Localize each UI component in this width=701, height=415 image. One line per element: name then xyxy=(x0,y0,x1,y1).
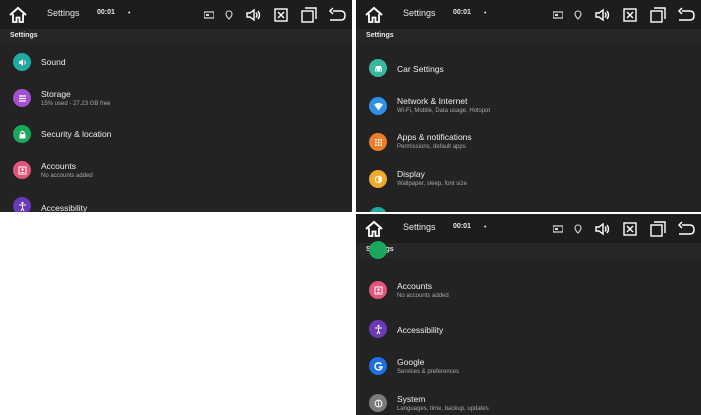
item-title: Display xyxy=(397,169,425,179)
item-subtitle: 15% used - 27.23 GB free xyxy=(41,101,111,107)
item-subtitle: Wallpaper, sleep, font size xyxy=(397,181,467,187)
settings-screen-right-top: Settings 00:01 • Settings Car Settings N… xyxy=(356,0,701,212)
list-item-system[interactable]: System Languages, time, backup, updates xyxy=(356,385,701,415)
partial-item-icon xyxy=(369,207,387,212)
list-item-google[interactable]: Google Services & preferences xyxy=(356,348,701,384)
recent-apps-icon[interactable] xyxy=(649,6,667,24)
accounts-icon xyxy=(369,281,387,299)
status-dot: • xyxy=(484,10,487,17)
item-title: Security & location xyxy=(41,129,112,139)
item-subtitle: Services & preferences xyxy=(397,369,460,375)
item-title: Google xyxy=(397,357,425,367)
volume-icon[interactable] xyxy=(244,6,262,24)
location-icon xyxy=(574,10,582,20)
brightness-icon xyxy=(369,170,387,188)
settings-list: Sound Storage 15% used - 27.23 GB free S… xyxy=(0,44,352,212)
list-item-security-location[interactable]: Security & location xyxy=(0,116,352,152)
system-info-icon xyxy=(369,394,387,412)
list-item-accessibility[interactable]: Accessibility xyxy=(0,188,352,212)
item-subtitle: Permissions, default apps xyxy=(397,144,466,150)
lock-icon xyxy=(13,125,31,143)
item-title: Car Settings xyxy=(397,64,444,74)
status-bar: Settings 00:01 • xyxy=(356,0,701,29)
settings-screen-left: Settings 00:01 • Settings Sound Storage … xyxy=(0,0,352,212)
item-title: Accessibility xyxy=(397,325,444,335)
home-icon[interactable] xyxy=(364,5,384,25)
list-item-accessibility[interactable]: Accessibility xyxy=(356,311,701,347)
google-icon xyxy=(369,357,387,375)
car-icon xyxy=(369,59,387,77)
volume-icon[interactable] xyxy=(593,6,611,24)
accessibility-icon xyxy=(369,320,387,338)
list-item-partial[interactable] xyxy=(356,198,701,212)
item-subtitle: No accounts added xyxy=(397,293,449,299)
wifi-icon xyxy=(369,97,387,115)
back-icon[interactable] xyxy=(328,6,346,24)
list-item-accounts[interactable]: Accounts No accounts added xyxy=(0,152,352,188)
item-subtitle: Languages, time, backup, updates xyxy=(397,406,489,412)
item-title: Accounts xyxy=(41,161,76,171)
item-title: System xyxy=(397,394,426,404)
back-icon[interactable] xyxy=(677,6,695,24)
list-item-display[interactable]: Display Wallpaper, sleep, font size xyxy=(356,161,701,197)
item-subtitle: Wi-Fi, Mobile, Data usage, Hotspot xyxy=(397,108,491,114)
item-title: Sound xyxy=(41,57,66,67)
settings-list: Car Settings Network & Internet Wi-Fi, M… xyxy=(356,44,701,212)
item-title: Network & Internet xyxy=(397,96,468,106)
accessibility-icon xyxy=(13,197,31,212)
item-subtitle: No accounts added xyxy=(41,173,93,179)
list-item-accounts[interactable]: Accounts No accounts added xyxy=(356,272,701,308)
item-title: Accounts xyxy=(397,281,432,291)
status-dot: • xyxy=(128,10,131,17)
item-title: Accessibility xyxy=(41,203,88,212)
settings-list: Accounts No accounts added Accessibility… xyxy=(356,241,701,415)
location-icon xyxy=(225,10,233,20)
item-title: Apps & notifications xyxy=(397,132,472,142)
settings-screen-right-bottom: Settings 00:01 • Settings Accounts No ac… xyxy=(356,214,701,415)
settings-header: Settings xyxy=(356,29,701,44)
settings-header-label: Settings xyxy=(10,32,38,39)
status-time: 00:01 xyxy=(453,223,471,230)
settings-header: Settings xyxy=(0,29,352,44)
list-item-sound[interactable]: Sound xyxy=(0,44,352,80)
status-time: 00:01 xyxy=(453,9,471,16)
status-dot: • xyxy=(484,224,487,231)
settings-header-label: Settings xyxy=(366,32,394,39)
signal-icon xyxy=(553,11,563,19)
home-icon[interactable] xyxy=(8,5,28,25)
status-title: Settings xyxy=(47,8,80,18)
storage-icon xyxy=(13,89,31,107)
list-item-storage[interactable]: Storage 15% used - 27.23 GB free xyxy=(0,80,352,116)
recent-apps-icon[interactable] xyxy=(300,6,318,24)
list-item-apps-notifications[interactable]: Apps & notifications Permissions, defaul… xyxy=(356,124,701,160)
list-item-partial[interactable] xyxy=(356,232,701,268)
partial-item-icon xyxy=(369,241,387,259)
close-box-icon[interactable] xyxy=(272,6,290,24)
list-item-network-internet[interactable]: Network & Internet Wi-Fi, Mobile, Data u… xyxy=(356,88,701,124)
list-item-car-settings[interactable]: Car Settings xyxy=(356,50,701,86)
status-bar: Settings 00:01 • xyxy=(0,0,352,29)
status-title: Settings xyxy=(403,222,436,232)
close-box-icon[interactable] xyxy=(621,6,639,24)
status-title: Settings xyxy=(403,8,436,18)
item-title: Storage xyxy=(41,89,71,99)
signal-icon xyxy=(204,11,214,19)
accounts-icon xyxy=(13,161,31,179)
apps-grid-icon xyxy=(369,133,387,151)
status-time: 00:01 xyxy=(97,9,115,16)
sound-icon xyxy=(13,53,31,71)
